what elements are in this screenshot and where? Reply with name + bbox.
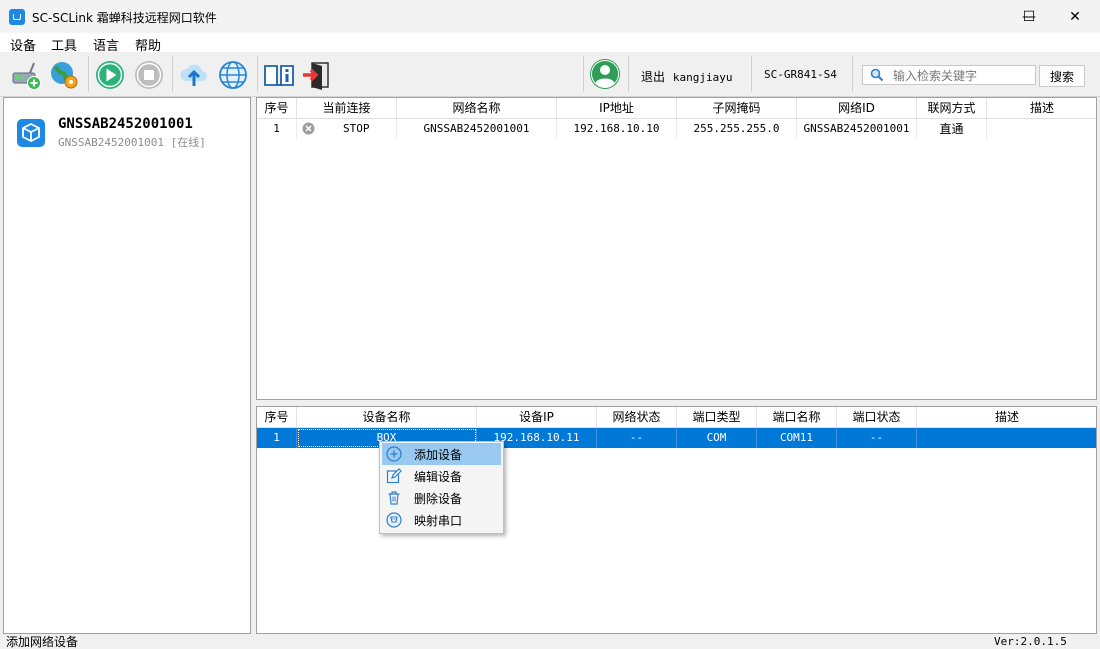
version-label: Ver:2.0.1.5: [994, 635, 1067, 648]
upload-icon[interactable]: [178, 59, 210, 91]
edit-icon: [386, 468, 402, 484]
column-header[interactable]: 端口类型: [677, 407, 757, 427]
menu-item-label: 删除设备: [414, 492, 463, 506]
toolbar-separator: [852, 56, 853, 92]
logout-link[interactable]: 退出 kangjiayu: [641, 68, 732, 85]
disconnected-icon: [302, 122, 315, 135]
device-name: GNSSAB2452001001: [58, 116, 193, 132]
column-header[interactable]: 设备名称: [297, 407, 477, 427]
app-icon: [9, 9, 25, 25]
menu-item-edit-device[interactable]: 编辑设备: [382, 465, 501, 487]
menu-item-label: 映射串口: [414, 514, 463, 528]
toolbar-separator: [88, 56, 89, 92]
column-header[interactable]: 子网掩码: [677, 98, 797, 118]
toolbar-separator: [583, 56, 584, 92]
add-network-device-icon[interactable]: [10, 59, 42, 91]
device-list-item[interactable]: GNSSAB2452001001 GNSSAB2452001001 [在线]: [4, 112, 248, 154]
username: kangjiayu: [672, 71, 733, 84]
column-header[interactable]: 端口状态: [837, 407, 917, 427]
network-settings-icon[interactable]: [48, 59, 80, 91]
device-tree-panel: GNSSAB2452001001 GNSSAB2452001001 [在线]: [3, 97, 251, 634]
column-header[interactable]: IP地址: [557, 98, 677, 118]
menu-item-delete-device[interactable]: 删除设备: [382, 487, 501, 509]
cell-ip: 192.168.10.10: [557, 119, 677, 139]
cell-network-id: GNSSAB2452001001: [797, 119, 917, 139]
column-header[interactable]: 网络名称: [397, 98, 557, 118]
cell-port-status: --: [837, 428, 917, 448]
column-header[interactable]: 描述: [917, 407, 1096, 427]
cell-connection[interactable]: STOP: [297, 119, 397, 139]
toolbar-separator: [172, 56, 173, 92]
toolbar-separator: [628, 56, 629, 92]
column-header[interactable]: 网络ID: [797, 98, 917, 118]
minimize-icon-wrap: [960, 0, 1006, 33]
maximize-button[interactable]: ☐: [1006, 0, 1052, 33]
connection-status: STOP: [343, 122, 370, 135]
start-icon[interactable]: [94, 59, 126, 91]
search-icon: [870, 68, 884, 82]
column-header[interactable]: 端口名称: [757, 407, 837, 427]
column-header[interactable]: 序号: [257, 407, 297, 427]
stop-icon[interactable]: [133, 59, 165, 91]
menu-item-label: 编辑设备: [414, 470, 463, 484]
column-header[interactable]: 设备IP: [477, 407, 597, 427]
menu-bar: 设备 工具 语言 帮助: [0, 33, 1100, 54]
column-header[interactable]: 网络状态: [597, 407, 677, 427]
cell-description: [917, 428, 1096, 448]
cell-net-status: --: [597, 428, 677, 448]
device-table-header: 序号 设备名称 设备IP 网络状态 端口类型 端口名称 端口状态 描述: [257, 407, 1096, 428]
trash-icon: [388, 491, 400, 505]
status-text: 添加网络设备: [6, 635, 79, 649]
menu-item-label: 添加设备: [414, 448, 463, 462]
model-label: SC-GR841-S4: [764, 68, 837, 81]
cell-index: 1: [257, 428, 297, 448]
menu-item-add-device[interactable]: 添加设备: [382, 443, 501, 465]
network-table: 序号 当前连接 网络名称 IP地址 子网掩码 网络ID 联网方式 描述 1 ST…: [256, 97, 1097, 400]
column-header[interactable]: 描述: [987, 98, 1096, 118]
device-status-subtitle: GNSSAB2452001001 [在线]: [58, 136, 206, 149]
search-box[interactable]: [862, 65, 1036, 85]
search-button[interactable]: 搜索: [1039, 65, 1085, 87]
column-header[interactable]: 当前连接: [297, 98, 397, 118]
status-bar: 添加网络设备 Ver:2.0.1.5: [0, 634, 1100, 649]
network-table-header: 序号 当前连接 网络名称 IP地址 子网掩码 网络ID 联网方式 描述: [257, 98, 1096, 119]
cell-subnet-mask: 255.255.255.0: [677, 119, 797, 139]
column-header[interactable]: 序号: [257, 98, 297, 118]
close-icon: ✕: [1069, 8, 1081, 25]
logout-label: 退出: [641, 70, 666, 84]
context-menu: 添加设备 编辑设备 删除设备 映射串口: [379, 441, 504, 534]
maximize-icon: ☐: [1022, 8, 1036, 25]
avatar-icon: [590, 59, 620, 89]
cell-description: [987, 119, 1096, 139]
cell-connect-mode: 直通: [917, 119, 987, 139]
web-icon[interactable]: [217, 59, 249, 91]
plus-circle-icon: [386, 446, 402, 462]
column-header[interactable]: 联网方式: [917, 98, 987, 118]
window-title: SC-SCLink 霜蝉科技远程网口软件: [32, 11, 217, 25]
toolbar-separator: [751, 56, 752, 92]
toolbar-separator: [257, 56, 258, 92]
cell-index: 1: [257, 119, 297, 139]
toolbar: 退出 kangjiayu SC-GR841-S4 搜索: [0, 52, 1100, 97]
cell-network-name: GNSSAB2452001001: [397, 119, 557, 139]
cell-port-type: COM: [677, 428, 757, 448]
device-box-icon: [17, 119, 45, 147]
search-input[interactable]: [891, 67, 1035, 85]
cell-port-name: COM11: [757, 428, 837, 448]
close-button[interactable]: ✕: [1052, 0, 1098, 33]
menu-item-map-serial[interactable]: 映射串口: [382, 509, 501, 531]
serial-port-icon: [386, 512, 402, 528]
exit-icon[interactable]: [300, 59, 332, 91]
table-row[interactable]: 1 STOP GNSSAB2452001001 192.168.10.10 25…: [257, 119, 1096, 139]
title-bar: SC-SCLink 霜蝉科技远程网口软件 — ☐ ✕: [0, 0, 1100, 33]
manual-icon[interactable]: [263, 59, 295, 91]
